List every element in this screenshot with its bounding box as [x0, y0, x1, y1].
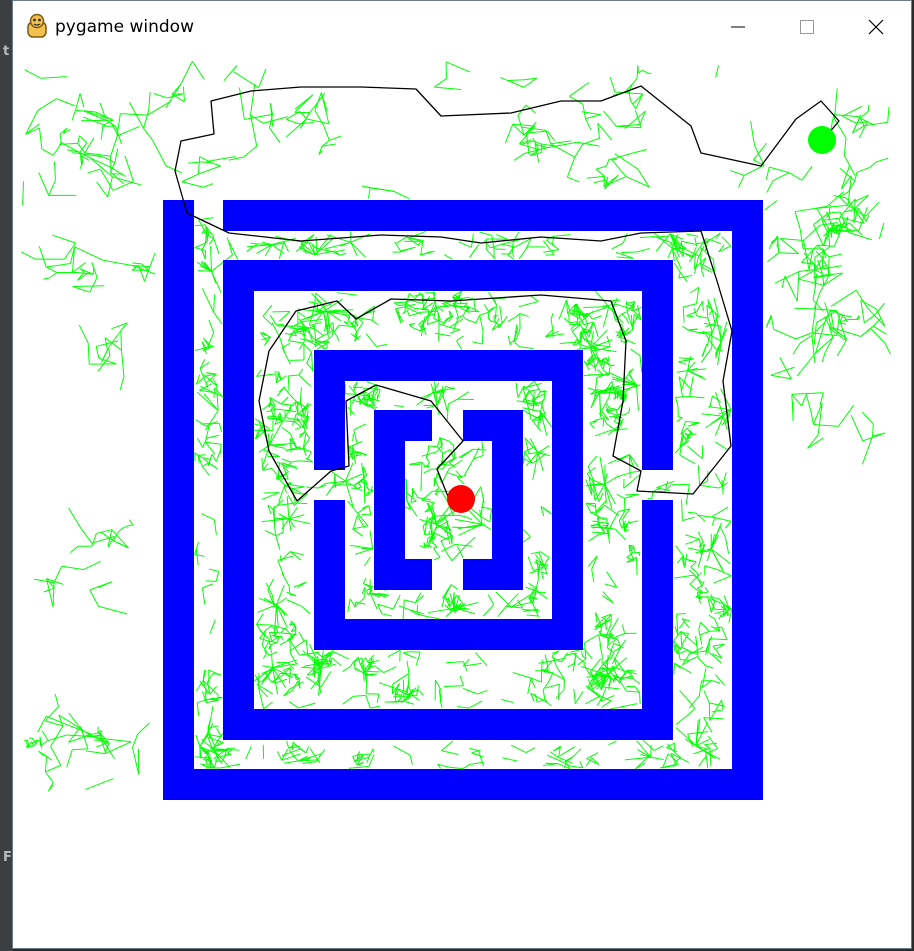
maze-wall-segment: [223, 260, 254, 740]
maze-wall-segment: [223, 260, 673, 291]
tree-edge: [581, 651, 583, 656]
maze-wall-segment: [463, 559, 523, 590]
tree-edge: [585, 316, 587, 319]
tree-edge: [295, 678, 300, 680]
maze-wall-segment: [732, 200, 763, 800]
tree-edge: [601, 656, 603, 663]
tree-edge: [635, 557, 638, 576]
tree-edge: [428, 530, 430, 534]
tree-edge: [205, 580, 217, 582]
maze-wall-segment: [163, 200, 194, 800]
tree-edge: [626, 333, 628, 336]
maze-wall-segment: [552, 350, 583, 650]
tree-edge: [419, 545, 423, 547]
tree-edge: [628, 520, 630, 523]
pygame-window: pygame window: [12, 0, 912, 949]
background-app-strip: t F: [0, 0, 12, 951]
tree-edge: [351, 487, 357, 490]
window-title: pygame window: [55, 17, 194, 37]
tree-edge: [371, 490, 373, 493]
tree-edge: [256, 623, 273, 626]
minimize-icon: [731, 26, 745, 28]
tree-edge: [367, 491, 369, 494]
tree-edge: [697, 591, 703, 593]
background-letter-t: t: [3, 44, 10, 59]
tree-edge: [682, 306, 685, 323]
maze-wall-segment: [163, 769, 763, 800]
tree-edge: [28, 737, 33, 739]
tree-edge: [680, 632, 689, 634]
tree-edge: [200, 763, 206, 766]
maze-wall-segment: [223, 200, 763, 231]
tree-edge: [204, 755, 208, 758]
tree-edge: [639, 692, 641, 705]
background-letter-f: F: [3, 850, 12, 865]
tree-edge: [598, 631, 601, 633]
tree-edge: [198, 454, 206, 456]
maze-wall-segment: [314, 350, 582, 381]
tree-edge: [276, 323, 284, 326]
tree-edge: [828, 208, 831, 215]
maze-wall-segment: [642, 260, 673, 470]
tree-edge: [443, 685, 464, 687]
tree-edge: [452, 303, 461, 305]
maze-wall-segment: [314, 619, 582, 650]
tree-edge: [627, 332, 631, 334]
tree-edge: [326, 324, 330, 327]
tree-edge: [353, 386, 364, 389]
tree-edge: [368, 491, 370, 494]
maze-wall-segment: [374, 559, 432, 590]
minimize-button[interactable]: [715, 1, 761, 53]
title-bar[interactable]: pygame window: [13, 1, 911, 53]
tree-edge: [393, 301, 405, 304]
tree-edge: [402, 679, 405, 702]
maximize-button[interactable]: [784, 1, 830, 53]
game-canvas[interactable]: [13, 53, 911, 948]
tree-edge: [120, 330, 123, 351]
tree-edge: [637, 65, 639, 73]
tree-edge: [481, 330, 484, 345]
tree-edge: [626, 301, 628, 312]
tree-edge: [365, 674, 368, 694]
tree-edge: [472, 448, 487, 451]
tree-edge: [568, 312, 570, 323]
tree-edge: [621, 251, 638, 253]
tree-edge: [271, 681, 277, 684]
tree-edge: [358, 397, 361, 405]
maze-wall-segment: [314, 350, 345, 470]
tree-edge: [676, 613, 687, 615]
maximize-icon: [800, 20, 814, 34]
tree-edge: [364, 669, 366, 676]
tree-edge: [599, 391, 621, 393]
tree-edge: [420, 461, 423, 478]
tree-edge: [605, 408, 608, 411]
tree-edge: [709, 630, 720, 632]
pygame-icon: [25, 13, 49, 39]
close-icon: [868, 19, 884, 35]
tree-edge: [623, 498, 626, 511]
close-button[interactable]: [853, 1, 899, 53]
tree-edge: [702, 300, 704, 312]
tree-edge: [594, 503, 597, 515]
maze-wall-segment: [223, 709, 673, 740]
maze-wall-segment: [642, 500, 673, 740]
tree-edge: [827, 257, 830, 275]
tree-edge: [650, 744, 652, 758]
tree-edge: [363, 670, 381, 673]
tree-edge: [621, 341, 624, 343]
tree-edge: [329, 654, 333, 657]
goal-marker: [808, 126, 836, 154]
tree-edge: [680, 631, 683, 646]
tree-edge: [605, 621, 607, 631]
start-marker: [447, 485, 475, 513]
tree-edge: [80, 119, 114, 122]
tree-edge: [638, 552, 641, 557]
tree-edge: [39, 736, 42, 742]
tree-edge: [602, 418, 605, 427]
tree-edge: [352, 433, 354, 442]
tree-edge: [671, 483, 690, 486]
tree-edge: [216, 696, 223, 699]
